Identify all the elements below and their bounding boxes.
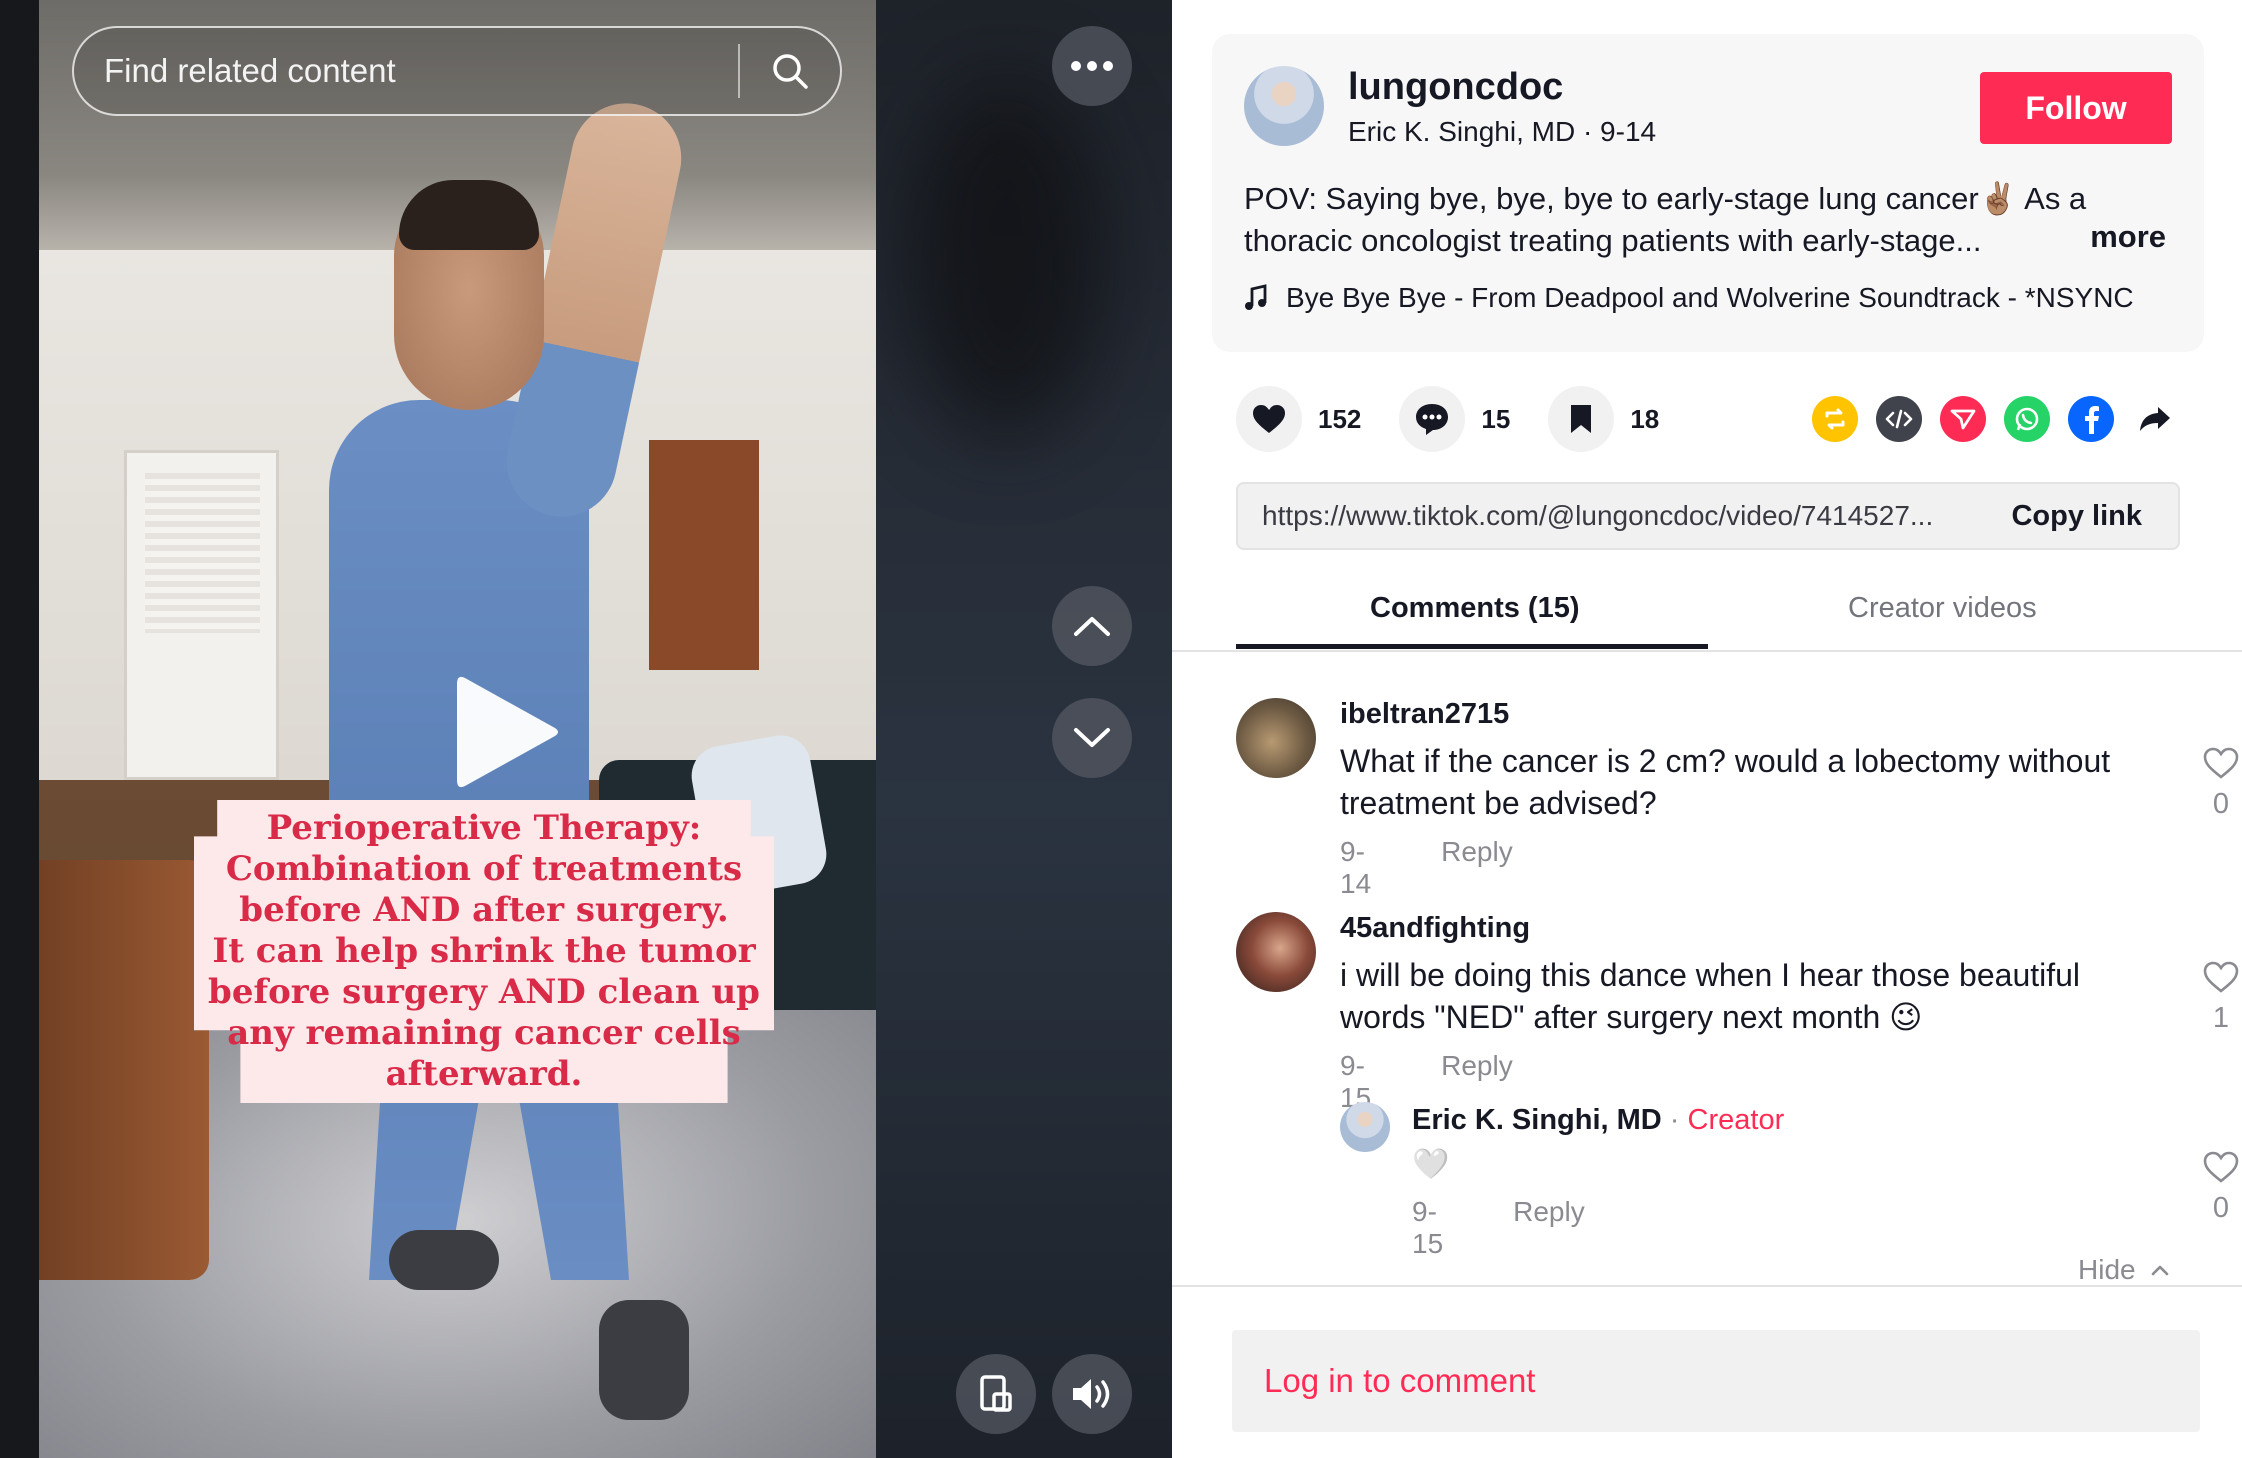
floating-player-button[interactable] (956, 1354, 1036, 1434)
search-bar[interactable]: Find related content (72, 26, 842, 116)
search-input[interactable]: Find related content (74, 52, 738, 90)
video-text-overlay: Perioperative Therapy: Combination of tr… (194, 800, 774, 1103)
comment-text: i will be doing this dance when I hear t… (1340, 957, 2081, 1035)
reply-author-name[interactable]: Eric K. Singhi, MD (1412, 1104, 1662, 1136)
copy-link-button[interactable]: Copy link (1975, 500, 2178, 533)
comment-text: What if the cancer is 2 cm? would a lobe… (1340, 743, 2111, 821)
reply-author-avatar[interactable] (1340, 1102, 1390, 1152)
share-url[interactable]: https://www.tiktok.com/@lungoncdoc/video… (1238, 500, 1975, 532)
overlay-caption: Perioperative Therapy: Combination of tr… (208, 808, 760, 1094)
floating-player-icon (980, 1375, 1012, 1412)
facebook-icon[interactable] (2068, 396, 2114, 442)
heart-outline-icon (2203, 1151, 2239, 1183)
details-panel: lungoncdoc Eric K. Singhi, MD · 9-14 Fol… (1172, 0, 2242, 1458)
repost-icon[interactable] (1812, 396, 1858, 442)
post-description: POV: Saying bye, bye, bye to early-stage… (1244, 181, 2087, 258)
embed-icon[interactable] (1876, 396, 1922, 442)
author-avatar[interactable] (1244, 66, 1324, 146)
like-count: 152 (1318, 403, 1362, 434)
comment-icon (1416, 404, 1449, 435)
author-name-date: Eric K. Singhi, MD · 9-14 (1348, 116, 1657, 147)
tab-bar: Comments (15) Creator videos (1172, 580, 2242, 652)
comment-like-count: 0 (2212, 788, 2230, 820)
heart-outline-icon (2203, 747, 2239, 779)
heart-icon (1253, 405, 1285, 433)
login-label[interactable]: Log in to comment (1264, 1362, 1535, 1400)
engagement-bar: 152 15 18 (1236, 386, 1697, 452)
reply-button[interactable]: Reply (1441, 836, 1513, 900)
reply-separator: · (1661, 1104, 1688, 1136)
play-icon[interactable] (447, 670, 567, 790)
reply-like-count: 0 (2212, 1192, 2230, 1224)
active-tab-indicator (1236, 644, 1708, 649)
reply-text: 🤍 (1412, 1148, 1450, 1181)
save-count: 18 (1630, 403, 1660, 434)
share-arrow-icon[interactable] (2132, 396, 2178, 442)
comment-date: 9-14 (1340, 836, 1372, 899)
author-username[interactable]: lungoncdoc (1348, 66, 1563, 109)
save-button[interactable]: 18 (1548, 386, 1659, 452)
divider (1172, 1285, 2242, 1287)
tab-creator-videos[interactable]: Creator videos (1848, 592, 2037, 625)
commenter-avatar[interactable] (1236, 912, 1316, 992)
volume-icon (1073, 1379, 1110, 1409)
reply-date: 9-15 (1412, 1196, 1444, 1259)
like-button[interactable]: 152 (1236, 386, 1361, 452)
commenter-avatar[interactable] (1236, 698, 1316, 778)
video-player[interactable]: Perioperative Therapy: Combination of tr… (39, 0, 876, 1458)
next-video-button[interactable] (1052, 698, 1132, 778)
search-icon[interactable] (740, 26, 840, 116)
music-link[interactable]: Bye Bye Bye - From Deadpool and Wolverin… (1244, 282, 2134, 314)
previous-video-button[interactable] (1052, 586, 1132, 666)
more-options-button[interactable] (1052, 26, 1132, 106)
commenter-username[interactable]: ibeltran2715 (1340, 698, 1509, 731)
reply-button[interactable]: Reply (1513, 1196, 1585, 1260)
music-note-icon (1245, 284, 1267, 310)
tab-comments[interactable]: Comments (15) (1370, 592, 1580, 625)
comment-like-button[interactable]: 0 (2196, 746, 2242, 821)
commenter-username[interactable]: 45andfighting (1340, 912, 1530, 945)
comment-like-count: 1 (2212, 1002, 2230, 1034)
comment-button[interactable]: 15 (1399, 386, 1510, 452)
music-title[interactable]: Bye Bye Bye - From Deadpool and Wolverin… (1286, 282, 2134, 314)
chevron-up-icon (2151, 1265, 2168, 1276)
volume-button[interactable] (1052, 1354, 1132, 1434)
more-icon (1071, 61, 1113, 71)
comment-like-button[interactable]: 1 (2196, 960, 2242, 1035)
heart-outline-icon (2203, 961, 2239, 993)
chevron-down-icon (1074, 728, 1110, 747)
follow-button[interactable]: Follow (1980, 72, 2172, 144)
send-icon[interactable] (1940, 396, 1986, 442)
whatsapp-icon[interactable] (2004, 396, 2050, 442)
video-panel: Perioperative Therapy: Combination of tr… (0, 0, 1172, 1458)
post-info-card: lungoncdoc Eric K. Singhi, MD · 9-14 Fol… (1212, 34, 2204, 352)
share-row (1812, 396, 2178, 442)
login-to-comment-button[interactable]: Log in to comment (1232, 1330, 2200, 1432)
comment-count: 15 (1481, 403, 1511, 434)
bookmark-icon (1571, 405, 1592, 433)
more-link[interactable]: more (2090, 219, 2166, 255)
hide-replies-button[interactable]: Hide (2078, 1254, 2170, 1286)
chevron-up-icon (1074, 617, 1110, 636)
hide-label[interactable]: Hide (2078, 1254, 2136, 1286)
reply-like-button[interactable]: 0 (2196, 1150, 2242, 1225)
share-link-box: https://www.tiktok.com/@lungoncdoc/video… (1236, 482, 2180, 550)
creator-badge: Creator (1687, 1104, 1785, 1136)
